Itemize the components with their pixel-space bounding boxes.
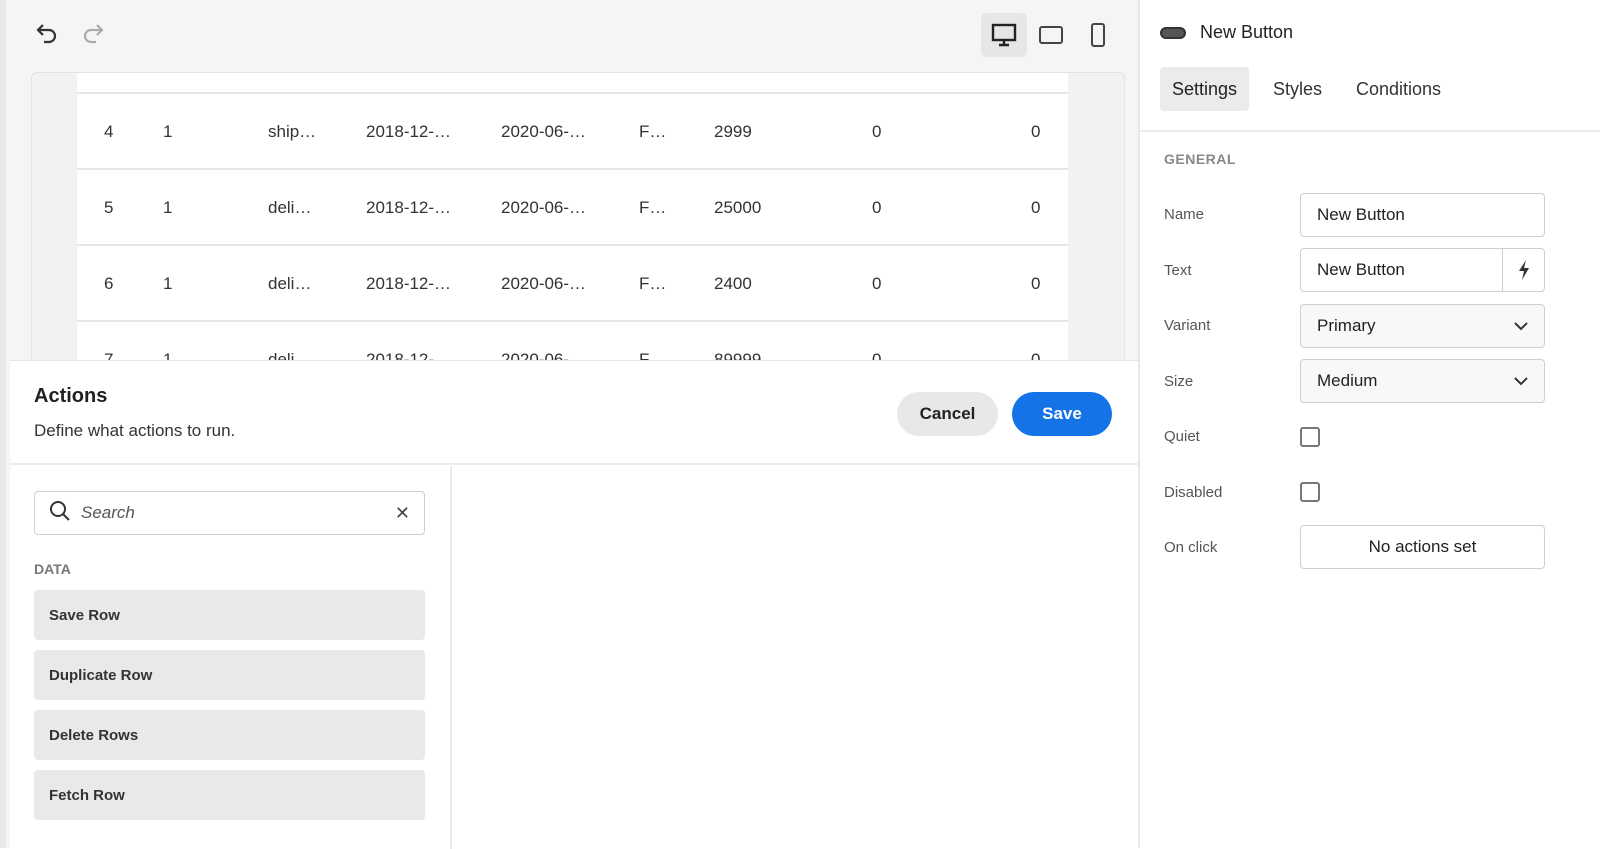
table-cell: 2020-06-… <box>501 198 587 217</box>
table-cell: 1 <box>163 122 173 141</box>
cancel-button[interactable]: Cancel <box>897 392 998 436</box>
disabled-label: Disabled <box>1164 484 1223 501</box>
table-row: 6 1 deli… 2018-12-… 2020-06-… F… 2400 0 0 <box>77 244 1068 320</box>
table-cell: F… <box>639 122 667 141</box>
action-list-panel: Search ✕ DATA Save Row Duplicate Row Del… <box>10 466 452 849</box>
search-placeholder: Search <box>81 503 135 522</box>
tab-styles[interactable]: Styles <box>1261 67 1334 111</box>
table-cell: 4 <box>104 122 114 141</box>
text-label: Text <box>1164 262 1192 279</box>
table-cell: 2018-12-… <box>366 122 452 141</box>
variant-value: Primary <box>1317 316 1376 335</box>
component-name: New Button <box>1200 22 1294 42</box>
table-row: 4 1 ship… 2018-12-… 2020-06-… F… 2999 0 0 <box>77 92 1068 168</box>
table-cell: 2018-12-… <box>366 274 452 293</box>
table-cell: deli… <box>268 198 312 217</box>
name-value: New Button <box>1317 205 1405 224</box>
text-field[interactable]: New Button <box>1300 248 1545 292</box>
action-item-delete-rows[interactable]: Delete Rows <box>34 710 425 760</box>
size-value: Medium <box>1317 371 1378 390</box>
action-item-save-row[interactable]: Save Row <box>34 590 425 640</box>
table-cell: 1 <box>163 274 173 293</box>
modal-title: Actions <box>34 385 108 407</box>
section-title: GENERAL <box>1164 151 1236 167</box>
undo-icon[interactable] <box>34 20 60 46</box>
table-cell: 2999 <box>714 122 752 141</box>
divider <box>1140 130 1600 132</box>
quiet-checkbox[interactable] <box>1300 427 1320 447</box>
chevron-down-icon <box>1514 371 1528 391</box>
table-cell: 2020-06-… <box>501 122 587 141</box>
search-icon <box>49 500 71 527</box>
button-component-icon <box>1160 26 1186 39</box>
table-cell: 2400 <box>714 274 752 293</box>
save-button[interactable]: Save <box>1012 392 1112 436</box>
variant-select[interactable]: Primary <box>1300 304 1545 348</box>
onclick-label: On click <box>1164 539 1218 556</box>
quiet-label: Quiet <box>1164 428 1200 445</box>
settings-panel: New Button Settings Styles Conditions GE… <box>1138 0 1600 848</box>
table-cell: F… <box>639 274 667 293</box>
tab-conditions[interactable]: Conditions <box>1344 67 1453 111</box>
table-cell: 2018-12-… <box>366 198 452 217</box>
text-value: New Button <box>1317 260 1405 279</box>
name-field[interactable]: New Button <box>1300 193 1545 237</box>
clear-icon[interactable]: ✕ <box>395 503 410 524</box>
table-cell: 0 <box>1031 122 1041 141</box>
name-label: Name <box>1164 206 1205 223</box>
binding-lightning-icon[interactable] <box>1502 249 1544 291</box>
table-cell: 25000 <box>714 198 762 217</box>
table-cell: 0 <box>1031 198 1041 217</box>
tablet-view-button[interactable] <box>1028 13 1074 57</box>
search-input[interactable]: Search ✕ <box>34 491 425 535</box>
table-cell: 0 <box>872 122 882 141</box>
action-item-duplicate-row[interactable]: Duplicate Row <box>34 650 425 700</box>
table-cell: ship… <box>268 122 317 141</box>
table-cell: 0 <box>872 198 882 217</box>
size-select[interactable]: Medium <box>1300 359 1545 403</box>
category-label: DATA <box>34 561 71 577</box>
onclick-actions-button[interactable]: No actions set <box>1300 525 1545 569</box>
table-cell: 2020-06-… <box>501 274 587 293</box>
table-row: 5 1 deli… 2018-12-… 2020-06-… F… 25000 0 0 <box>77 168 1068 244</box>
action-item-fetch-row[interactable]: Fetch Row <box>34 770 425 820</box>
chevron-down-icon <box>1514 316 1528 336</box>
variant-label: Variant <box>1164 317 1211 334</box>
onclick-value: No actions set <box>1368 537 1477 556</box>
modal-subtitle: Define what actions to run. <box>34 421 236 440</box>
disabled-checkbox[interactable] <box>1300 482 1320 502</box>
table-cell: 5 <box>104 198 114 217</box>
mobile-view-button[interactable] <box>1075 13 1121 57</box>
desktop-view-button[interactable] <box>981 13 1027 57</box>
table-cell: F… <box>639 198 667 217</box>
tab-settings[interactable]: Settings <box>1160 67 1250 111</box>
actions-modal: Actions Define what actions to run. Canc… <box>10 360 1138 849</box>
table-cell: deli… <box>268 274 312 293</box>
redo-icon[interactable] <box>80 20 106 46</box>
table-cell: 6 <box>104 274 114 293</box>
table-cell: 0 <box>1031 274 1041 293</box>
table-cell: 1 <box>163 198 173 217</box>
size-label: Size <box>1164 373 1194 390</box>
table-cell: 0 <box>872 274 882 293</box>
table-preview: 4 1 ship… 2018-12-… 2020-06-… F… 2999 0 0 5 1 deli…… <box>31 72 1125 372</box>
